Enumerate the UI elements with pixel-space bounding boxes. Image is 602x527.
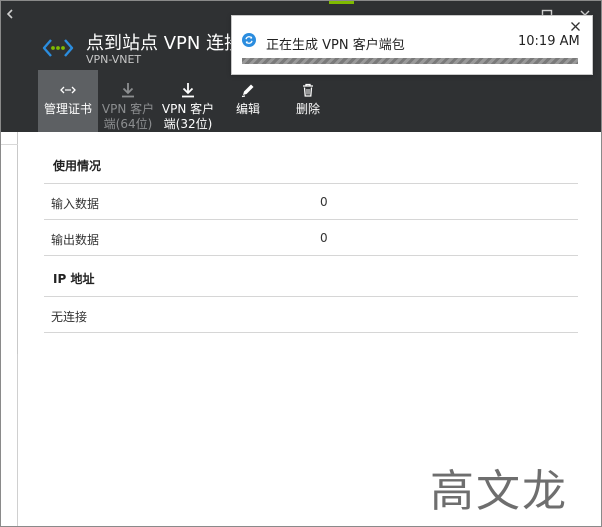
previous-blade-header[interactable]: [1, 1, 18, 132]
download-icon: [182, 83, 194, 98]
download-vpn-client-32-button[interactable]: VPN 客户端(32位): [158, 70, 218, 132]
divider: [1, 144, 18, 145]
download-icon: [122, 83, 134, 98]
trash-icon: [303, 83, 313, 97]
download-vpn-client-64-button[interactable]: VPN 客户端(64位): [98, 70, 158, 132]
refresh-icon: [242, 33, 256, 47]
command-label: VPN 客户端(64位): [101, 102, 155, 131]
blade-title: 点到站点 VPN 连接: [86, 33, 243, 54]
divider: [44, 296, 578, 297]
manage-certificates-button[interactable]: 管理证书: [38, 70, 98, 132]
vpn-connection-icon: [42, 39, 74, 57]
data-in-label: 输入数据: [51, 197, 100, 211]
notification-message: 正在生成 VPN 客户端包: [266, 38, 405, 53]
edit-button[interactable]: 编辑: [218, 70, 278, 132]
divider: [44, 183, 578, 184]
divider: [44, 219, 578, 220]
ip-section-title: IP 地址: [53, 272, 95, 286]
divider: [44, 332, 578, 333]
data-in-value: 0: [320, 195, 328, 209]
watermark-text: 高文龙: [430, 466, 568, 517]
notification-toast[interactable]: 正在生成 VPN 客户端包 10:19 AM: [231, 15, 593, 75]
notification-time: 10:19 AM: [518, 34, 580, 49]
back-arrow-icon[interactable]: [4, 8, 16, 20]
data-out-label: 输出数据: [51, 233, 100, 247]
previous-blade-content: [1, 132, 18, 354]
command-label: VPN 客户端(32位): [161, 102, 215, 131]
command-label: 编辑: [235, 102, 260, 116]
command-label: 管理证书: [43, 102, 92, 116]
blade-subtitle: VPN-VNET: [86, 53, 142, 66]
command-label: 删除: [295, 102, 320, 116]
progress-bar: [242, 58, 578, 64]
data-out-value: 0: [320, 231, 328, 245]
no-connection-text: 无连接: [51, 310, 88, 324]
close-icon[interactable]: [570, 21, 581, 32]
usage-section-title: 使用情况: [53, 159, 102, 173]
divider: [44, 255, 578, 256]
certificate-icon: [60, 86, 76, 94]
pencil-icon: [241, 84, 254, 98]
accent-bar: [329, 1, 354, 4]
previous-blade-footer: [1, 354, 18, 526]
delete-button[interactable]: 删除: [278, 70, 338, 132]
